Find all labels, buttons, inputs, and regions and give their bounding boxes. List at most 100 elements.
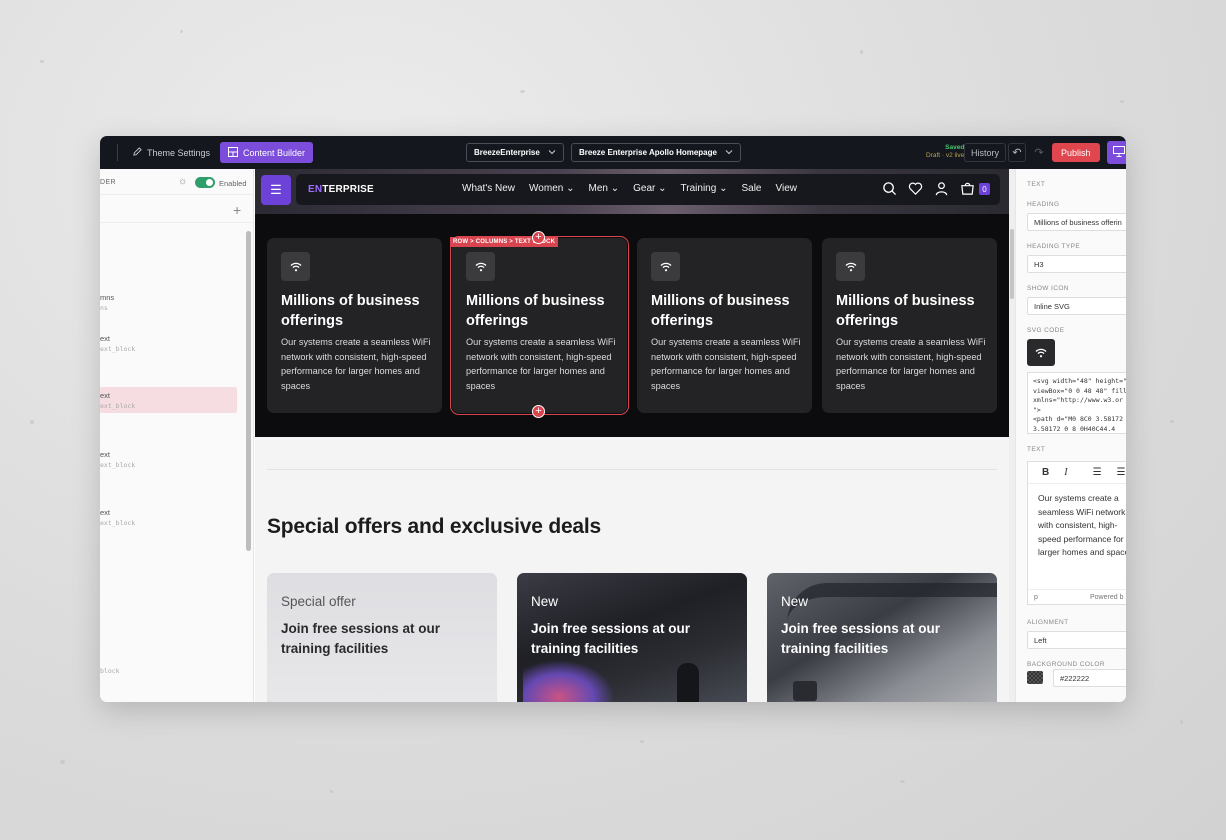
alignment-select[interactable]: Left bbox=[1027, 631, 1126, 649]
save-status: Saved Draft · v2 live bbox=[926, 144, 964, 160]
layer-item-text-selected[interactable]: ext ext_block bbox=[100, 387, 237, 413]
builder-window: Theme Settings Content Builder BreezeEnt… bbox=[100, 136, 1126, 702]
publish-button[interactable]: Publish bbox=[1052, 143, 1100, 162]
layout-icon bbox=[228, 146, 238, 159]
background-color-input[interactable]: #222222 bbox=[1053, 669, 1126, 687]
scrollbar[interactable] bbox=[246, 231, 251, 551]
history-button[interactable]: History bbox=[964, 143, 1007, 162]
layer-label: ext bbox=[100, 508, 111, 517]
layer-type: ext_block bbox=[100, 345, 136, 353]
heart-icon[interactable] bbox=[908, 181, 923, 196]
heading-input[interactable]: Millions of business offerin bbox=[1027, 213, 1126, 231]
feature-card[interactable]: Millions of business offerings Our syste… bbox=[822, 238, 997, 413]
offer-image bbox=[677, 663, 699, 702]
chevron-down-icon: ⌄ bbox=[719, 183, 728, 194]
menu-button[interactable]: ☰ bbox=[261, 175, 291, 205]
italic-icon[interactable]: I bbox=[1064, 467, 1067, 478]
nav-link-sale[interactable]: Sale bbox=[741, 183, 761, 194]
wifi-icon bbox=[836, 252, 865, 281]
color-swatch[interactable] bbox=[1027, 671, 1043, 684]
user-icon[interactable] bbox=[934, 181, 949, 196]
svg-preview bbox=[1027, 339, 1055, 366]
nav-link-gear[interactable]: Gear ⌄ bbox=[633, 183, 666, 194]
feature-card[interactable]: Millions of business offerings Our syste… bbox=[637, 238, 812, 413]
cart-count-badge: 0 bbox=[979, 183, 990, 195]
brand-logo[interactable]: ENTERPRISE bbox=[308, 184, 374, 195]
layer-label: mns bbox=[100, 293, 115, 302]
feature-card[interactable]: Millions of business offerings Our syste… bbox=[267, 238, 442, 413]
undo-button[interactable]: ↶ bbox=[1008, 143, 1026, 162]
layer-label: ext bbox=[100, 334, 111, 343]
offer-tag: New bbox=[781, 594, 809, 609]
brand-prefix: EN bbox=[308, 184, 323, 195]
search-icon[interactable] bbox=[882, 181, 897, 196]
layer-item-text[interactable]: ext ext_block bbox=[100, 330, 237, 356]
nav-link-whats-new[interactable]: What's New bbox=[462, 183, 515, 194]
monitor-icon bbox=[1112, 146, 1125, 159]
content-builder-button[interactable]: Content Builder bbox=[220, 142, 314, 163]
layer-label: ext bbox=[100, 450, 111, 459]
store-select-value: BreezeEnterprise bbox=[474, 148, 540, 157]
powered-by-label: Powered b bbox=[1090, 594, 1124, 601]
nav-link-women[interactable]: Women ⌄ bbox=[529, 183, 574, 194]
cart-icon[interactable] bbox=[960, 181, 975, 196]
panel-title: DER bbox=[100, 179, 116, 186]
add-above-button[interactable]: + bbox=[532, 231, 545, 244]
properties-panel: TEXT HEADING Millions of business offeri… bbox=[1015, 169, 1126, 702]
layer-type: ext_block bbox=[100, 519, 136, 527]
pencil-icon bbox=[133, 147, 142, 158]
offer-tag: New bbox=[531, 594, 559, 609]
layers-panel: DER ☼ Enabled + mns ns ext ext_block ext… bbox=[100, 169, 254, 702]
chevron-down-icon: ⌄ bbox=[566, 183, 575, 194]
undo-icon: ↶ bbox=[1012, 147, 1022, 159]
divider bbox=[267, 469, 997, 470]
saved-label: Saved bbox=[945, 144, 965, 151]
nav-link-training[interactable]: Training ⌄ bbox=[681, 183, 728, 194]
rich-text-editor[interactable]: B I ☰ ☰ Our systems create a seamless Wi… bbox=[1027, 461, 1126, 605]
numbered-list-icon[interactable]: ☰ bbox=[1117, 467, 1126, 478]
layer-item-text[interactable]: ext ext_block bbox=[100, 504, 237, 530]
layer-type: ext_block bbox=[100, 461, 136, 469]
editor-footer: p Powered b bbox=[1028, 589, 1126, 605]
feature-card-selected[interactable]: Millions of business offerings Our syste… bbox=[450, 236, 629, 415]
store-select[interactable]: BreezeEnterprise bbox=[466, 143, 564, 162]
enabled-toggle[interactable] bbox=[195, 177, 215, 188]
add-below-button[interactable]: + bbox=[532, 405, 545, 418]
scrollbar-thumb[interactable] bbox=[1010, 229, 1014, 299]
feature-text: Our systems create a seamless WiFi netwo… bbox=[281, 337, 431, 391]
chevron-down-icon: ⌄ bbox=[610, 183, 620, 194]
theme-settings-button[interactable]: Theme Settings bbox=[133, 143, 210, 162]
content-builder-label: Content Builder bbox=[243, 147, 306, 158]
page-select[interactable]: Breeze Enterprise Apollo Homepage bbox=[571, 143, 741, 162]
layer-type: ns bbox=[100, 304, 108, 312]
editor-content[interactable]: Our systems create a seamless WiFi netwo… bbox=[1038, 492, 1126, 560]
layer-item-text[interactable]: ext ext_block bbox=[100, 446, 237, 472]
field-label: HEADING TYPE bbox=[1027, 243, 1081, 250]
bullet-list-icon[interactable]: ☰ bbox=[1093, 467, 1102, 478]
redo-button[interactable]: ↷ bbox=[1030, 143, 1048, 162]
brand-suffix: TERPRISE bbox=[322, 184, 374, 195]
show-icon-select[interactable]: Inline SVG bbox=[1027, 297, 1126, 315]
layer-item-columns[interactable]: mns ns bbox=[100, 289, 237, 315]
feature-title: Millions of business offerings bbox=[466, 293, 605, 329]
desktop-preview-button[interactable] bbox=[1107, 141, 1126, 164]
nav-link-view[interactable]: View bbox=[775, 183, 797, 194]
chevron-down-icon bbox=[548, 148, 556, 157]
offer-card[interactable]: New Join free sessions at our training f… bbox=[517, 573, 747, 702]
offer-image bbox=[793, 681, 817, 701]
field-label: SHOW ICON bbox=[1027, 285, 1069, 292]
chevron-down-icon: ⌄ bbox=[658, 183, 667, 194]
field-label: TEXT bbox=[1027, 446, 1046, 453]
field-label: BACKGROUND COLOR bbox=[1027, 661, 1105, 668]
field-label: HEADING bbox=[1027, 201, 1060, 208]
panel-section-title: TEXT bbox=[1027, 181, 1046, 188]
heading-type-select[interactable]: H3 bbox=[1027, 255, 1126, 273]
feature-title: Millions of business offerings bbox=[651, 293, 790, 329]
offer-card[interactable]: Special offer Join free sessions at our … bbox=[267, 573, 497, 702]
add-block-button[interactable]: + bbox=[233, 202, 241, 218]
bold-icon[interactable]: B bbox=[1042, 467, 1049, 478]
nav-link-men[interactable]: Men ⌄ bbox=[589, 183, 620, 194]
offer-card[interactable]: New Join free sessions at our training f… bbox=[767, 573, 997, 702]
svg-code-textarea[interactable]: <svg width="48" height="4 viewBox="0 0 4… bbox=[1027, 372, 1126, 434]
sun-icon[interactable]: ☼ bbox=[178, 176, 188, 187]
